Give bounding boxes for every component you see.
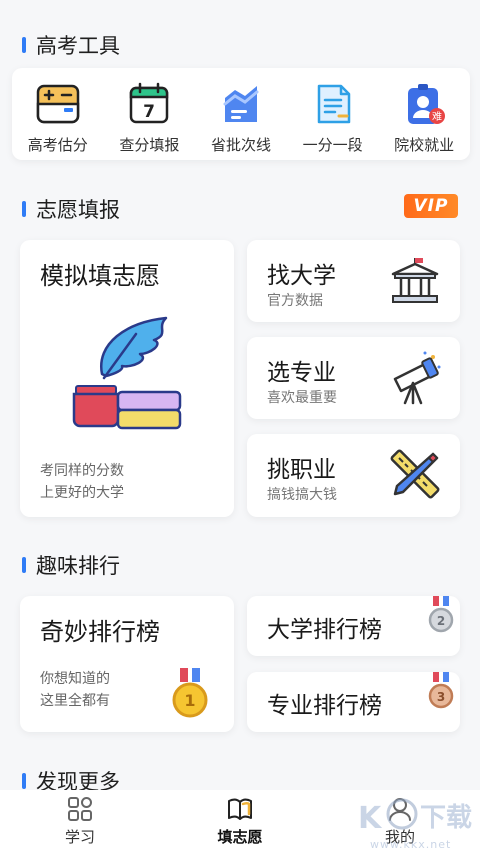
section-accent-bar [22, 773, 26, 789]
ruler-pencil-icon [390, 449, 440, 499]
tools-card: 高考估分 7 查分填报 省批次线 一分一段 难 院校就业 [12, 68, 470, 160]
section-title-label: 高考工具 [36, 34, 120, 58]
choose-major-title: 选专业 [267, 360, 336, 386]
nav-item-mine[interactable]: 我的 [340, 796, 460, 847]
section-title-label: 趣味排行 [36, 554, 120, 578]
book-icon [228, 798, 252, 820]
choose-major-sub: 喜欢最重要 [267, 390, 337, 406]
rank-fun-desc-1: 你想知道的 [40, 671, 110, 687]
section-accent-bar [22, 201, 26, 217]
chart-line-icon [223, 86, 259, 122]
tool-label: 一分一段 [302, 136, 363, 154]
telescope-icon [393, 351, 441, 405]
mock-fill-desc-2: 上更好的大学 [40, 485, 124, 501]
section-title-volunteer: 志愿填报 [22, 194, 120, 224]
mock-fill-card[interactable]: 模拟填志愿 考同样的分数 上更好的大学 [20, 240, 234, 517]
bronze-medal-icon: 3 [428, 672, 454, 709]
nav-label: 学习 [64, 828, 95, 846]
nav-label: 填志愿 [217, 828, 263, 846]
rank-major-title: 专业排行榜 [267, 693, 382, 719]
hard-badge-text: 难 [432, 111, 442, 123]
grid-icon [68, 797, 92, 821]
quill-ink-books-icon [72, 316, 182, 430]
nav-item-fill-volunteer[interactable]: 填志愿 [180, 796, 300, 847]
bottom-nav: 学习 填志愿 我的 [0, 790, 480, 853]
silver-medal-number: 2 [437, 614, 445, 628]
rank-university-card[interactable]: 大学排行榜 2 [247, 596, 460, 656]
nav-item-study[interactable]: 学习 [20, 796, 140, 847]
calendar-icon: 7 [130, 82, 169, 124]
silver-medal-icon: 2 [428, 596, 454, 633]
section-title-tools: 高考工具 [22, 30, 120, 60]
pick-career-sub: 搞钱搞大钱 [267, 487, 337, 503]
tool-province-batch-line[interactable]: 省批次线 [197, 80, 285, 155]
find-university-title: 找大学 [267, 263, 336, 289]
vip-badge[interactable]: VIP [404, 194, 458, 218]
tool-check-score[interactable]: 7 查分填报 [105, 80, 193, 155]
nav-label: 我的 [384, 828, 415, 846]
tool-label: 省批次线 [210, 136, 271, 154]
tool-label: 院校就业 [394, 136, 455, 154]
pick-career-title: 挑职业 [267, 457, 336, 483]
gold-medal-number: 1 [184, 691, 195, 710]
mock-fill-title: 模拟填志愿 [40, 262, 160, 290]
calculator-icon [36, 84, 80, 124]
tool-score-segment[interactable]: 一分一段 [289, 80, 377, 155]
tool-label: 高考估分 [27, 136, 88, 154]
rank-fun-desc-2: 这里全都有 [40, 693, 110, 709]
pick-career-card[interactable]: 挑职业 搞钱搞大钱 [247, 434, 460, 517]
find-university-sub: 官方数据 [267, 293, 323, 309]
tool-label: 查分填报 [119, 136, 180, 154]
section-title-fun-rank: 趣味排行 [22, 550, 120, 580]
find-university-card[interactable]: 找大学 官方数据 [247, 240, 460, 322]
svg-text:7: 7 [143, 102, 155, 122]
rank-university-title: 大学排行榜 [267, 617, 382, 643]
rank-fun-title: 奇妙排行榜 [40, 618, 160, 646]
section-accent-bar [22, 557, 26, 573]
mock-fill-desc-1: 考同样的分数 [40, 463, 124, 479]
section-accent-bar [22, 37, 26, 53]
tool-score-estimate[interactable]: 高考估分 [14, 80, 102, 155]
rank-fun-card[interactable]: 奇妙排行榜 你想知道的 这里全都有 1 [20, 596, 234, 732]
user-icon [389, 798, 411, 821]
bronze-medal-number: 3 [437, 690, 445, 704]
rank-major-card[interactable]: 专业排行榜 3 [247, 672, 460, 732]
university-building-icon [391, 258, 439, 303]
document-icon [317, 84, 350, 124]
section-title-label: 志愿填报 [36, 198, 120, 222]
choose-major-card[interactable]: 选专业 喜欢最重要 [247, 337, 460, 419]
id-badge-icon: 难 [408, 84, 446, 124]
tool-college-employment[interactable]: 难 院校就业 [380, 80, 468, 155]
gold-medal-icon: 1 [172, 668, 208, 718]
